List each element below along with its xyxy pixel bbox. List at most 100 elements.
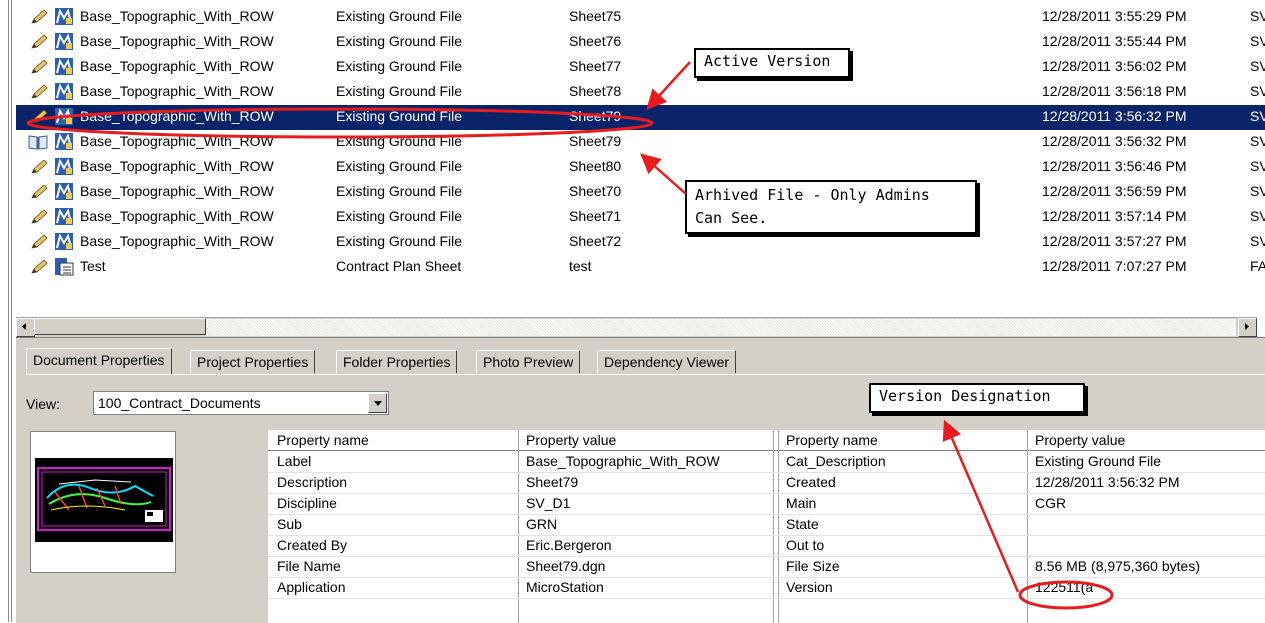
file-row[interactable]: Base_Topographic_With_ROW Existing Ground… [16, 55, 1265, 80]
file-row[interactable]: Base_Topographic_With_ROW Existing Ground… [16, 5, 1265, 30]
file-title: Sheet71 [569, 208, 622, 224]
property-value: 122511(a [1035, 579, 1094, 595]
callout-archived-line1: Arhived File - Only Admins [695, 186, 930, 204]
file-row[interactable]: Base_Topographic_With_ROW Existing Ground… [16, 205, 1265, 230]
pencil-icon [31, 235, 48, 249]
file-row[interactable]: Base_Topographic_With_ROW Existing Ground… [16, 180, 1265, 205]
pencil-icon [31, 35, 48, 49]
view-select[interactable]: 100_Contract_Documents [93, 391, 389, 415]
view-label: View: [26, 396, 60, 412]
file-date: 12/28/2011 3:56:18 PM [1042, 83, 1187, 99]
col-header-property-name[interactable]: Property name [277, 432, 369, 448]
pencil-icon [31, 10, 48, 24]
file-tail: SV [1250, 233, 1265, 249]
tab-dependency-viewer[interactable]: Dependency Viewer [597, 350, 737, 373]
scroll-right-button[interactable] [1238, 318, 1257, 337]
file-row[interactable]: Test Contract Plan Sheet test 12/28/2011 7:… [16, 255, 1265, 280]
file-type: Existing Ground File [336, 133, 463, 149]
microstation-file-icon [55, 233, 73, 250]
pencil-icon [31, 260, 48, 274]
row-icons [30, 32, 80, 52]
file-date: 12/28/2011 3:56:32 PM [1042, 133, 1187, 149]
row-icons [30, 157, 80, 177]
tab-folder-properties[interactable]: Folder Properties [336, 350, 458, 373]
scrollbar-track[interactable] [206, 319, 1236, 336]
callout-archived-file: Arhived File - Only Admins Can See. [685, 180, 977, 234]
property-value: 8.56 MB (8,975,360 bytes) [1035, 558, 1200, 574]
callout-active-version: Active Version [694, 48, 850, 78]
row-icons [30, 232, 80, 252]
book-icon [28, 135, 48, 150]
tab-document-properties[interactable]: Document Properties [26, 348, 172, 374]
file-name: Base_Topographic_With_ROW [80, 58, 274, 74]
property-name: Label [277, 453, 312, 469]
property-name: Main [786, 495, 817, 511]
property-value: MicroStation [526, 579, 604, 595]
property-value: GRN [526, 516, 558, 532]
microstation-file-icon [55, 58, 73, 75]
file-title: Sheet70 [569, 183, 622, 199]
property-name: Description [277, 474, 348, 490]
file-type: Existing Ground File [336, 83, 463, 99]
property-row[interactable]: Sub GRN State [268, 514, 1265, 536]
microstation-file-icon [55, 33, 73, 50]
scroll-left-button[interactable] [16, 318, 35, 337]
file-name: Base_Topographic_With_ROW [80, 233, 274, 249]
file-date: 12/28/2011 3:56:46 PM [1042, 158, 1187, 174]
property-value: Base_Topographic_With_ROW [526, 453, 720, 469]
file-type: Existing Ground File [336, 233, 463, 249]
property-name: Discipline [277, 495, 337, 511]
file-row[interactable]: Base_Topographic_With_ROW Existing Ground… [16, 80, 1265, 105]
property-name: Version [786, 579, 833, 595]
property-name: Created [786, 474, 836, 490]
tab-project-properties[interactable]: Project Properties [190, 350, 316, 373]
window-left-border [0, 0, 16, 622]
tab-photo-preview[interactable]: Photo Preview [476, 350, 581, 373]
property-value: Eric.Bergeron [526, 537, 612, 553]
pencil-icon [31, 160, 48, 174]
property-row[interactable]: Description Sheet79 Created 12/28/2011 3:56… [268, 472, 1265, 494]
file-date: 12/28/2011 3:56:59 PM [1042, 183, 1187, 199]
property-value: CGR [1035, 495, 1067, 511]
col-header-property-value[interactable]: Property value [526, 432, 616, 448]
tab-divider [26, 374, 1265, 375]
property-row[interactable]: Application MicroStation Version 122511(a [268, 577, 1265, 599]
file-row[interactable]: Base_Topographic_With_ROW Existing Ground… [16, 155, 1265, 180]
property-name: File Size [786, 558, 840, 574]
microstation-file-icon [55, 208, 73, 225]
property-row[interactable]: Label Base_Topographic_With_ROW Cat_Descri… [268, 451, 1265, 473]
file-row[interactable]: Base_Topographic_With_ROW Existing Ground… [16, 30, 1265, 55]
file-tail: SV [1250, 208, 1265, 224]
file-list[interactable]: Base_Topographic_With_ROW Existing Ground… [16, 0, 1265, 305]
file-row[interactable]: Base_Topographic_With_ROW Existing Ground… [16, 230, 1265, 255]
file-row[interactable]: Base_Topographic_With_ROW Existing Ground… [16, 130, 1265, 155]
file-name: Base_Topographic_With_ROW [80, 208, 274, 224]
property-row[interactable]: File Name Sheet79.dgn File Size 8.56 MB (8,… [268, 556, 1265, 578]
property-name: State [786, 516, 819, 532]
file-type: Existing Ground File [336, 183, 463, 199]
property-row[interactable]: Created By Eric.Bergeron Out to [268, 535, 1265, 557]
pencil-icon [31, 85, 48, 99]
file-title: Sheet77 [569, 58, 622, 74]
file-tail: SV [1250, 133, 1265, 149]
col-header-property-value-2[interactable]: Property value [1035, 432, 1125, 448]
property-name: Created By [277, 537, 348, 553]
chevron-down-icon[interactable] [368, 393, 387, 413]
document-thumbnail-frame [30, 431, 176, 573]
property-row[interactable]: Discipline SV_D1 Main CGR [268, 493, 1265, 515]
properties-grid[interactable]: Property name Property value Property na… [268, 430, 1265, 623]
row-icons [30, 207, 80, 227]
file-type: Existing Ground File [336, 108, 463, 124]
pencil-icon [31, 185, 48, 199]
file-title: Sheet75 [569, 8, 622, 24]
col-header-property-name-2[interactable]: Property name [786, 432, 878, 448]
file-row[interactable]: Base_Topographic_With_ROW Existing Ground… [16, 105, 1265, 130]
scrollbar-thumb[interactable] [34, 318, 206, 335]
file-type: Existing Ground File [336, 158, 463, 174]
horizontal-scrollbar[interactable] [16, 317, 1257, 337]
file-type: Existing Ground File [336, 8, 463, 24]
file-date: 12/28/2011 3:55:29 PM [1042, 8, 1187, 24]
pencil-icon [31, 110, 48, 124]
file-type: Existing Ground File [336, 58, 463, 74]
property-value: Sheet79.dgn [526, 558, 606, 574]
